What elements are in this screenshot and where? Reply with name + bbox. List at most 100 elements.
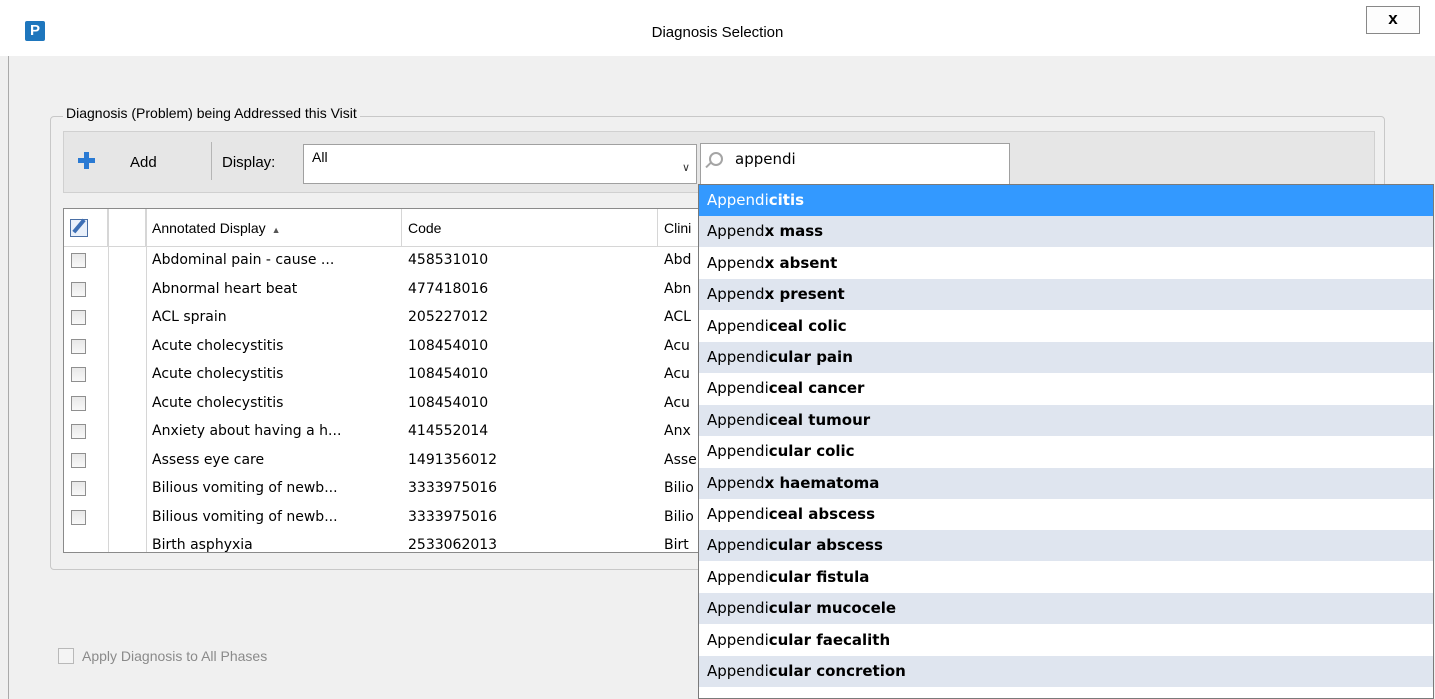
suggestion-prefix: Append xyxy=(707,222,765,241)
suggestion-item[interactable]: Appendx present xyxy=(699,279,1433,311)
suggestion-completion: ceal tumour xyxy=(768,410,871,429)
suggestion-prefix: Append xyxy=(707,599,765,618)
table-row[interactable]: Birth asphyxia 2533062013 Birt xyxy=(64,532,712,553)
suggestion-item[interactable]: Appendiceal tumour xyxy=(699,404,1433,436)
row-display: Abnormal heart beat xyxy=(152,280,298,297)
suggestion-item[interactable]: Appendicular concretion xyxy=(699,656,1433,687)
row-code: 3333975016 xyxy=(408,480,498,496)
suggestion-item[interactable]: Appendx haematoma xyxy=(699,467,1433,499)
suggestion-prefix: Append xyxy=(707,442,765,461)
row-code: 477418016 xyxy=(408,280,489,297)
suggestion-item[interactable]: Appendiceal abscess xyxy=(699,499,1433,530)
table-row[interactable]: Bilious vomiting of newb... 3333975016 Bil… xyxy=(64,475,712,504)
title-bar: P Diagnosis Selection x xyxy=(0,0,1435,56)
suggestion-completion: x mass xyxy=(764,222,824,241)
suggestion-item[interactable]: Appendicitis xyxy=(699,185,1433,216)
row-code: 108454010 xyxy=(408,394,489,411)
row-checkbox[interactable] xyxy=(71,367,86,382)
chevron-down-icon[interactable]: ∨ xyxy=(682,161,690,174)
display-select[interactable]: All ∨ xyxy=(303,144,697,184)
row-code: 205227012 xyxy=(408,309,489,325)
edit-icon[interactable] xyxy=(70,219,88,237)
suggestion-item[interactable]: Appendiceal cancer xyxy=(699,373,1433,404)
row-code: 108454010 xyxy=(408,337,489,354)
add-button[interactable]: Add xyxy=(130,154,157,171)
suggestion-item[interactable]: Appendicular colic xyxy=(699,436,1433,467)
suggestion-item[interactable]: Appendx absent xyxy=(699,248,1433,279)
suggestion-completion: x present xyxy=(764,285,845,304)
suggestion-prefix: Append xyxy=(707,473,765,492)
row-code: 458531010 xyxy=(408,252,489,268)
suggestion-item[interactable]: Appendx mass xyxy=(699,216,1433,248)
suggestion-prefix: Append xyxy=(707,536,765,555)
search-value: appendi xyxy=(735,150,796,168)
row-checkbox[interactable] xyxy=(71,452,86,468)
suggestion-completion: cular colic xyxy=(768,442,855,461)
row-code: 2533062013 xyxy=(408,537,498,553)
suggestion-completion: citis xyxy=(768,191,805,209)
row-display: Assess eye care xyxy=(152,451,265,468)
table-row[interactable]: Acute cholecystitis 108454010 Acu xyxy=(64,333,712,362)
grid-header: Annotated Display ▲ Code Clini xyxy=(64,209,712,247)
suggestion-item[interactable]: Appendiceal colic xyxy=(699,311,1433,342)
suggestion-completion: ceal abscess xyxy=(768,505,875,523)
row-code: 1491356012 xyxy=(408,451,498,468)
apply-all-phases-checkbox[interactable] xyxy=(58,648,74,664)
suggestion-completion: ceal cancer xyxy=(768,379,865,398)
suggestion-prefix: Append xyxy=(707,410,765,429)
row-display: Acute cholecystitis xyxy=(152,337,284,354)
row-display: Anxiety about having a h... xyxy=(152,423,342,439)
table-row[interactable]: Bilious vomiting of newb... 3333975016 Bil… xyxy=(64,504,712,533)
suggestion-completion: cular abscess xyxy=(768,536,883,555)
header-annotated-display-label: Annotated Display xyxy=(152,220,266,236)
search-icon xyxy=(709,152,723,166)
table-row[interactable]: ACL sprain 205227012 ACL xyxy=(64,304,712,333)
close-button[interactable]: x xyxy=(1366,6,1420,34)
table-row[interactable]: Abnormal heart beat 477418016 Abn xyxy=(64,276,712,305)
suggestion-completion: cular mucocele xyxy=(768,599,897,618)
header-code[interactable]: Code xyxy=(402,209,658,247)
table-row[interactable]: Acute cholecystitis 108454010 Acu xyxy=(64,361,712,390)
table-row[interactable]: Assess eye care 1491356012 Asse xyxy=(64,447,712,476)
row-checkbox[interactable] xyxy=(71,338,86,354)
row-checkbox[interactable] xyxy=(71,424,86,439)
table-row[interactable]: Abdominal pain - cause ... 458531010 Abd xyxy=(64,247,712,276)
suggestion-prefix: Append xyxy=(707,348,765,366)
row-display: Bilious vomiting of newb... xyxy=(152,480,338,496)
row-checkbox[interactable] xyxy=(71,281,86,297)
row-display: ACL sprain xyxy=(152,309,227,325)
suggestion-item[interactable]: Appendicular pain xyxy=(699,342,1433,373)
row-display: Birth asphyxia xyxy=(152,537,253,553)
suggestion-completion: cular fistula xyxy=(768,567,870,586)
row-checkbox[interactable] xyxy=(71,509,86,525)
apply-all-phases-label: Apply Diagnosis to All Phases xyxy=(82,648,268,664)
row-display: Bilious vomiting of newb... xyxy=(152,508,338,525)
suggestion-item[interactable]: Appendicular mucocele xyxy=(699,593,1433,625)
header-edit-column[interactable] xyxy=(64,209,108,247)
suggestion-prefix: Append xyxy=(707,505,765,523)
display-value: All xyxy=(312,149,328,165)
row-checkbox[interactable] xyxy=(71,253,86,268)
search-input[interactable]: appendi xyxy=(700,143,1010,185)
toolbar-separator xyxy=(211,142,212,180)
groupbox-label: Diagnosis (Problem) being Addressed this… xyxy=(63,105,360,121)
row-checkbox[interactable] xyxy=(71,310,86,325)
row-checkbox[interactable] xyxy=(71,481,86,496)
header-blank-column[interactable] xyxy=(108,209,146,247)
row-code: 414552014 xyxy=(408,423,489,439)
suggestion-item[interactable]: Appendicular abscess xyxy=(699,530,1433,562)
suggestion-item[interactable]: Appendicular fistula xyxy=(699,562,1433,593)
row-display: Acute cholecystitis xyxy=(152,366,284,382)
suggestion-prefix: Append xyxy=(707,630,765,649)
header-annotated-display[interactable]: Annotated Display ▲ xyxy=(146,209,402,247)
suggestion-completion: x haematoma xyxy=(764,473,880,492)
suggestion-item[interactable]: Appendicular faecalith xyxy=(699,625,1433,656)
suggestion-completion: cular pain xyxy=(768,348,853,366)
suggestion-prefix: Append xyxy=(707,567,765,586)
table-row[interactable]: Acute cholecystitis 108454010 Acu xyxy=(64,390,712,419)
suggestion-completion: ceal colic xyxy=(768,316,847,335)
add-icon[interactable] xyxy=(78,152,95,169)
row-checkbox[interactable] xyxy=(71,395,86,411)
table-row[interactable]: Anxiety about having a h... 414552014 Anx xyxy=(64,418,712,447)
display-label: Display: xyxy=(222,154,276,171)
